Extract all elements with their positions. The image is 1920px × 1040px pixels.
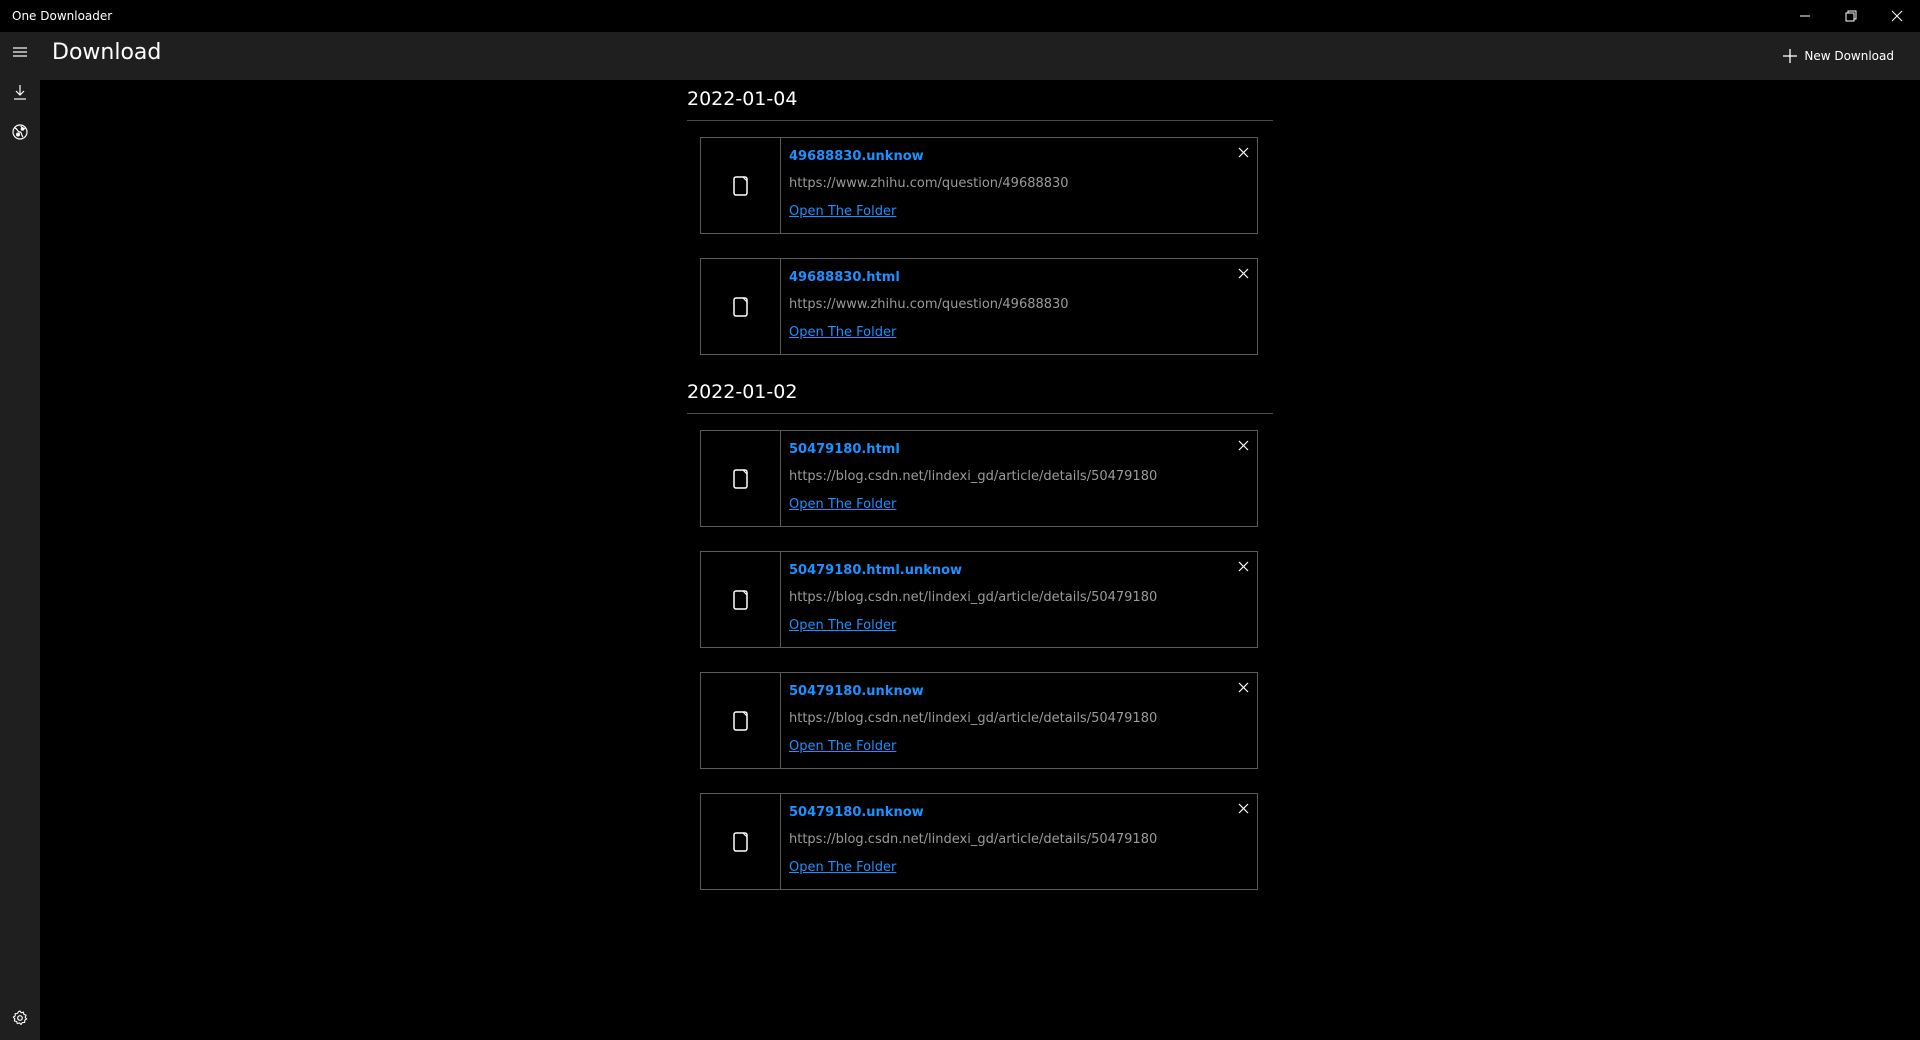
date-group: 2022-01-04 49688830.unknow https://www.z… [687, 84, 1273, 355]
file-url: https://blog.csdn.net/lindexi_gd/article… [789, 469, 1158, 484]
close-icon [1238, 561, 1248, 571]
file-name: 50479180.unknow [789, 805, 924, 820]
remove-item-button[interactable] [1235, 265, 1251, 281]
minimize-button[interactable] [1782, 0, 1828, 32]
file-icon [732, 175, 748, 196]
file-icon [732, 589, 748, 610]
remove-item-button[interactable] [1235, 679, 1251, 695]
page-header: Download New Download [40, 32, 1920, 80]
open-folder-link[interactable]: Open The Folder [789, 496, 896, 514]
file-icon [732, 831, 748, 852]
restore-icon [1845, 10, 1857, 22]
file-icon-container [701, 673, 781, 768]
remove-item-button[interactable] [1235, 800, 1251, 816]
download-card: 49688830.html https://www.zhihu.com/ques… [700, 258, 1258, 355]
date-header: 2022-01-02 [687, 377, 1273, 414]
sidebar-item-download[interactable] [0, 72, 40, 112]
file-name: 49688830.html [789, 270, 900, 285]
close-icon [1238, 803, 1248, 813]
new-download-button[interactable]: New Download [1782, 42, 1894, 70]
file-icon [732, 710, 748, 731]
close-icon [1891, 10, 1903, 22]
file-name: 50479180.unknow [789, 684, 924, 699]
file-icon [732, 296, 748, 317]
hamburger-menu-icon [13, 47, 27, 57]
remove-item-button[interactable] [1235, 437, 1251, 453]
file-url: https://blog.csdn.net/lindexi_gd/article… [789, 711, 1158, 726]
download-card: 50479180.unknow https://blog.csdn.net/li… [700, 793, 1258, 890]
file-icon-container [701, 138, 781, 233]
file-icon [732, 468, 748, 489]
open-folder-link[interactable]: Open The Folder [789, 738, 896, 756]
download-card: 50479180.unknow https://blog.csdn.net/li… [700, 672, 1258, 769]
remove-item-button[interactable] [1235, 144, 1251, 160]
plus-icon [1783, 49, 1798, 63]
close-icon [1238, 268, 1248, 278]
file-url: https://blog.csdn.net/lindexi_gd/article… [789, 832, 1158, 847]
window-controls [1782, 0, 1920, 32]
open-folder-link[interactable]: Open The Folder [789, 859, 896, 877]
close-window-button[interactable] [1874, 0, 1920, 32]
file-name: 49688830.unknow [789, 149, 924, 164]
sidebar-item-web[interactable] [0, 112, 40, 152]
date-header: 2022-01-04 [687, 84, 1273, 121]
file-icon-container [701, 794, 781, 889]
open-folder-link[interactable]: Open The Folder [789, 617, 896, 635]
file-name: 50479180.html [789, 442, 900, 457]
app-title: One Downloader [12, 9, 113, 23]
download-card: 49688830.unknow https://www.zhihu.com/qu… [700, 137, 1258, 234]
hamburger-menu-button[interactable] [0, 32, 40, 72]
new-download-label: New Download [1804, 49, 1894, 63]
download-list: 2022-01-04 49688830.unknow https://www.z… [687, 84, 1273, 890]
file-icon-container [701, 431, 781, 526]
restore-button[interactable] [1828, 0, 1874, 32]
close-icon [1238, 147, 1248, 157]
title-bar: One Downloader [0, 0, 1920, 32]
open-folder-link[interactable]: Open The Folder [789, 203, 896, 221]
file-icon-container [701, 259, 781, 354]
minimize-icon [1800, 15, 1810, 17]
date-group: 2022-01-02 50479180.html https://blog.cs… [687, 377, 1273, 890]
file-url: https://blog.csdn.net/lindexi_gd/article… [789, 590, 1158, 605]
page-title: Download [52, 40, 162, 65]
file-url: https://www.zhihu.com/question/49688830 [789, 297, 1069, 312]
download-card: 50479180.html https://blog.csdn.net/lind… [700, 430, 1258, 527]
open-folder-link[interactable]: Open The Folder [789, 324, 896, 342]
file-url: https://www.zhihu.com/question/49688830 [789, 176, 1069, 191]
gear-icon [12, 1010, 28, 1026]
settings-button[interactable] [0, 998, 40, 1038]
close-icon [1238, 440, 1248, 450]
sidebar [0, 32, 40, 1040]
download-card: 50479180.html.unknow https://blog.csdn.n… [700, 551, 1258, 648]
file-name: 50479180.html.unknow [789, 563, 963, 578]
remove-item-button[interactable] [1235, 558, 1251, 574]
file-icon-container [701, 552, 781, 647]
globe-icon [12, 124, 28, 140]
close-icon [1238, 682, 1248, 692]
download-icon [14, 85, 26, 100]
